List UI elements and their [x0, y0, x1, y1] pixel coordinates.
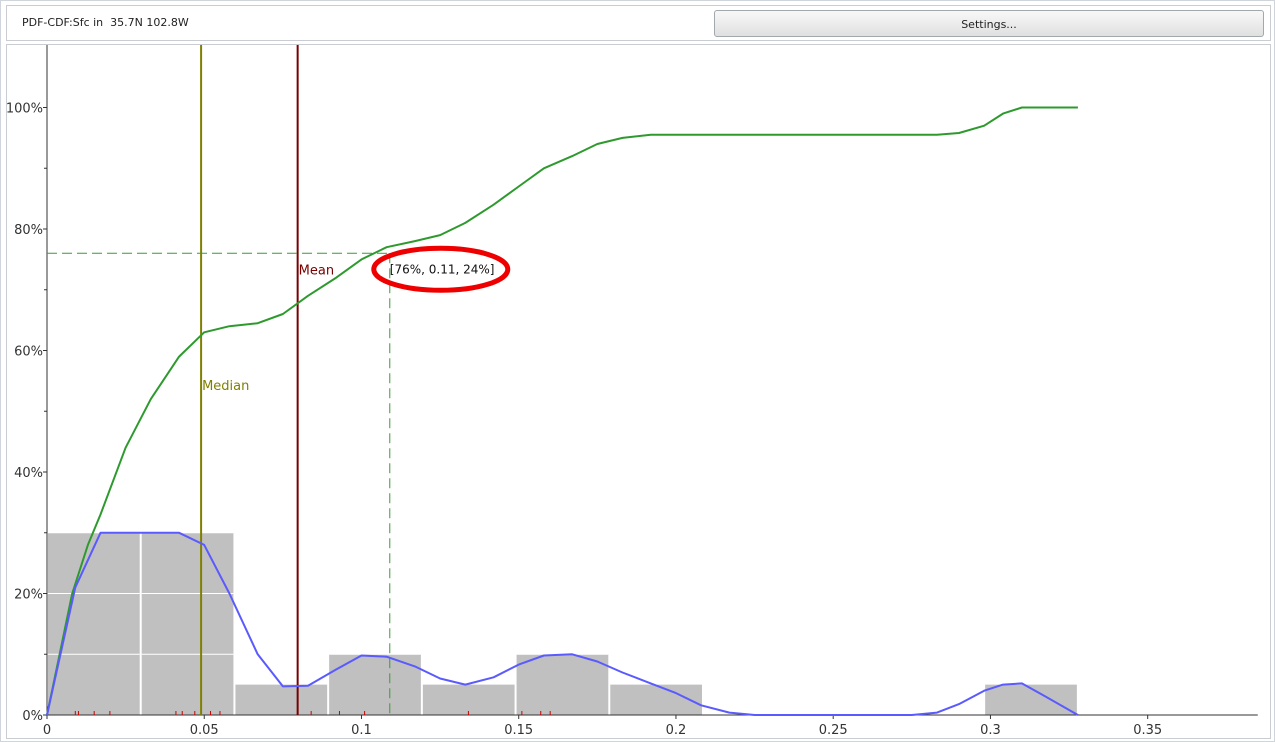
toolbar: PDF-CDF:Sfc in 35.7N 102.8W Settings... [6, 5, 1271, 41]
y-tick-label: 20% [14, 588, 43, 603]
histogram-bar [516, 654, 609, 715]
settings-button[interactable]: Settings... [714, 10, 1264, 37]
x-tick-label: 0 [43, 723, 51, 738]
x-tick-label: 0.2 [666, 723, 687, 738]
plot-panel[interactable]: 0% 20% 40% 60% 80% 100% 0 0.05 0.1 0.15 0.2 0.25 0.3… [6, 44, 1271, 739]
crosshair-readout: [76%, 0.11, 24%] [390, 262, 495, 276]
histogram-bar [141, 532, 234, 715]
histogram-bar [422, 684, 515, 715]
y-tick-label: 100% [7, 102, 43, 117]
x-tick-label: 0.35 [1133, 723, 1162, 738]
y-tick-label: 80% [14, 223, 43, 238]
plot-title-label: PDF-CDF:Sfc in 35.7N 102.8W [22, 16, 189, 29]
x-tick-label: 0.25 [819, 723, 848, 738]
x-tick-label: 0.05 [190, 723, 219, 738]
x-tick-label: 0.1 [351, 723, 372, 738]
pdf-cdf-chart: 0% 20% 40% 60% 80% 100% 0 0.05 0.1 0.15 0.2 0.25 0.3… [7, 45, 1258, 738]
y-tick-label: 60% [14, 345, 43, 360]
x-tick-label: 0.3 [980, 723, 1001, 738]
x-tick-label: 0.15 [504, 723, 533, 738]
histogram-bar [235, 684, 328, 715]
y-tick-label: 0% [22, 709, 43, 724]
y-tick-label: 40% [14, 466, 43, 481]
window-frame: PDF-CDF:Sfc in 35.7N 102.8W Settings... … [0, 0, 1275, 742]
mean-label: Mean [299, 264, 334, 279]
histogram-bar [48, 532, 140, 715]
median-label: Median [202, 379, 249, 394]
